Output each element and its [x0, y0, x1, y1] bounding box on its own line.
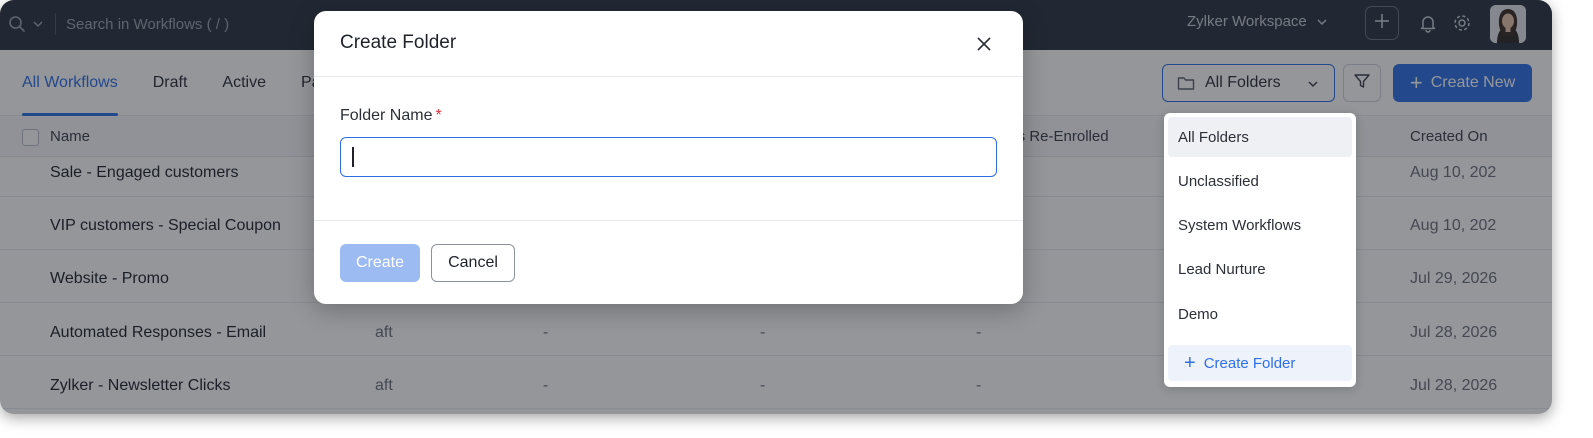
- dialog-title: Create Folder: [340, 32, 457, 53]
- create-folder-label: Create Folder: [1203, 354, 1296, 372]
- folder-name-label: Folder Name *: [340, 107, 442, 125]
- app-window: Zylker Workspace: [0, 0, 1552, 414]
- cancel-button[interactable]: Cancel: [431, 244, 515, 282]
- plus-icon: +: [1184, 352, 1196, 374]
- dialog-footer: Create Cancel: [314, 220, 1023, 304]
- folder-dropdown: All Folders Unclassified System Workflow…: [1164, 113, 1356, 387]
- folder-option-system-workflows[interactable]: System Workflows: [1168, 205, 1352, 245]
- folder-option-demo[interactable]: Demo: [1168, 294, 1352, 334]
- required-marker: *: [435, 107, 442, 124]
- create-folder-link[interactable]: + Create Folder: [1168, 345, 1352, 381]
- text-caret: [352, 147, 354, 167]
- folder-name-label-text: Folder Name: [340, 107, 433, 124]
- folder-option-all-folders[interactable]: All Folders: [1168, 117, 1352, 157]
- create-folder-dialog: Create Folder Folder Name * Create Cancel: [314, 11, 1023, 304]
- folder-option-lead-nurture[interactable]: Lead Nurture: [1168, 249, 1352, 289]
- folder-option-unclassified[interactable]: Unclassified: [1168, 161, 1352, 201]
- dialog-header: Create Folder: [314, 11, 1023, 77]
- create-button[interactable]: Create: [340, 244, 420, 282]
- close-icon[interactable]: [973, 33, 995, 55]
- folder-name-input[interactable]: [340, 137, 997, 177]
